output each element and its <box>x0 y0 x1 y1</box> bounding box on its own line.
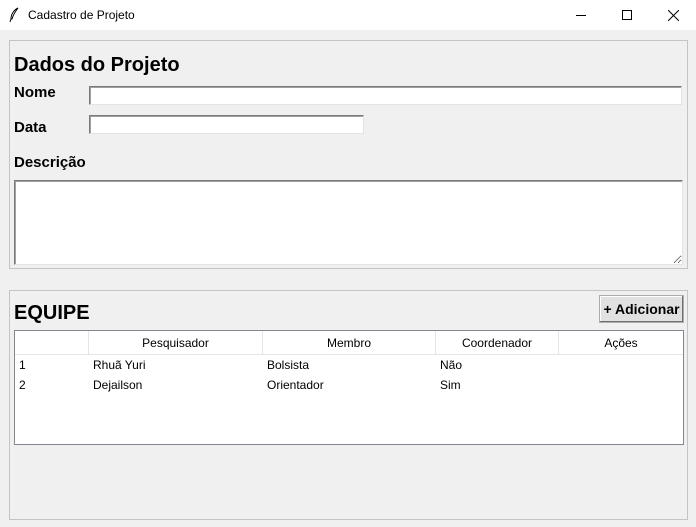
nome-input[interactable] <box>89 86 682 105</box>
table-header: Pesquisador Membro Coordenador Ações <box>15 331 683 355</box>
title-bar: Cadastro de Projeto <box>0 0 696 30</box>
row-coordenador: Sim <box>440 378 461 392</box>
row-id: 1 <box>19 358 26 372</box>
window-title: Cadastro de Projeto <box>28 8 135 22</box>
row-pesquisador: Dejailson <box>93 378 143 392</box>
column-header-id[interactable] <box>15 331 89 354</box>
row-id: 2 <box>19 378 26 392</box>
data-input[interactable] <box>89 115 364 134</box>
team-table[interactable]: Pesquisador Membro Coordenador Ações 1 R… <box>14 330 684 445</box>
column-header-membro[interactable]: Membro <box>263 331 436 354</box>
column-header-coordenador[interactable]: Coordenador <box>436 331 559 354</box>
feather-icon <box>8 7 22 23</box>
row-membro: Bolsista <box>267 358 310 372</box>
team-heading: EQUIPE <box>14 302 90 324</box>
row-coordenador: Não <box>440 358 463 372</box>
column-header-pesquisador[interactable]: Pesquisador <box>89 331 263 354</box>
add-member-button[interactable]: + Adicionar <box>599 295 684 323</box>
close-button[interactable] <box>650 0 696 30</box>
row-pesquisador: Rhuã Yuri <box>93 358 146 372</box>
table-row[interactable]: 2 Dejailson Orientador Sim <box>15 375 683 395</box>
maximize-button[interactable] <box>604 0 650 30</box>
row-membro: Orientador <box>267 378 324 392</box>
data-label: Data <box>14 119 47 136</box>
descricao-label: Descrição <box>14 154 86 171</box>
close-icon <box>667 9 679 21</box>
project-heading: Dados do Projeto <box>14 54 180 76</box>
column-header-acoes[interactable]: Ações <box>559 331 683 354</box>
table-row[interactable]: 1 Rhuã Yuri Bolsista Não <box>15 355 683 375</box>
minimize-button[interactable] <box>558 0 604 30</box>
minimize-icon <box>576 15 586 16</box>
maximize-icon <box>622 10 632 20</box>
nome-label: Nome <box>14 84 56 101</box>
descricao-textarea[interactable] <box>14 180 683 265</box>
